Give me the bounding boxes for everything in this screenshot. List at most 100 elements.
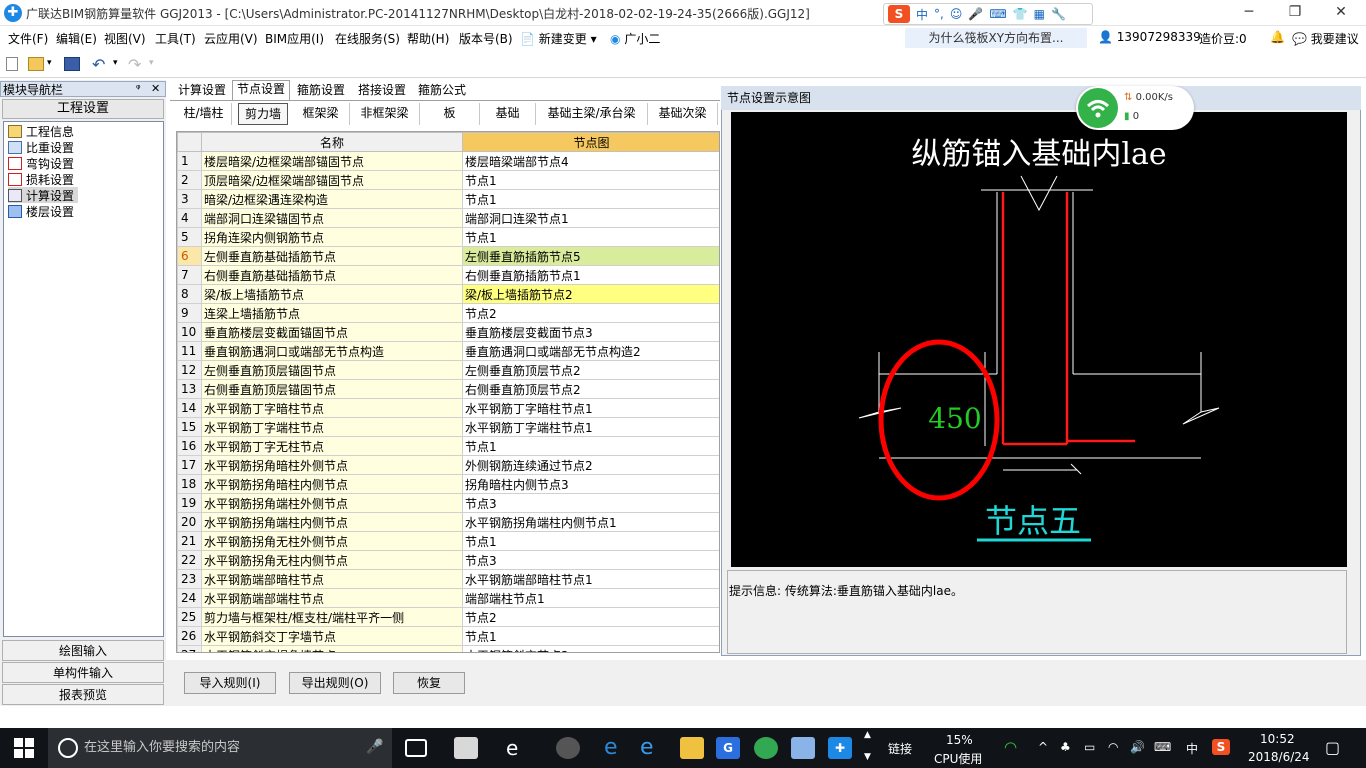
suggest-button[interactable]: 💬 我要建议: [1292, 30, 1359, 47]
save-icon[interactable]: [64, 57, 80, 71]
table-row[interactable]: 3 暗梁/边框梁遇连梁构造 节点1: [177, 189, 719, 209]
row-node[interactable]: 外侧钢筋连续通过节点2: [462, 455, 719, 475]
nav-single-input[interactable]: 单构件输入: [2, 662, 164, 683]
notification-icon[interactable]: ▢: [1325, 738, 1340, 757]
emoji-icon[interactable]: ☺: [950, 7, 963, 21]
clock-time[interactable]: 10:52: [1260, 732, 1295, 746]
close-button[interactable]: ✕: [1318, 0, 1364, 24]
user-account[interactable]: 👤 13907298339: [1098, 30, 1201, 44]
tree-item-floor[interactable]: 楼层设置: [8, 203, 74, 219]
table-row[interactable]: 26 水平钢筋斜交丁字墙节点 节点1: [177, 626, 719, 646]
menu-file[interactable]: 文件(F): [8, 30, 48, 47]
minimize-button[interactable]: ─: [1226, 0, 1272, 24]
link-label[interactable]: 链接: [888, 740, 912, 757]
tab-calc[interactable]: 计算设置: [174, 82, 230, 100]
pin-icon[interactable]: ᵠ: [136, 82, 141, 95]
table-row[interactable]: 9 连梁上墙插筋节点 节点2: [177, 303, 719, 323]
ime-punct-toggle[interactable]: °,: [934, 7, 944, 21]
new-file-icon[interactable]: [6, 57, 18, 71]
row-node[interactable]: 拐角暗柱内侧节点3: [462, 474, 719, 494]
import-rules-button[interactable]: 导入规则(I): [184, 672, 276, 694]
ad-banner[interactable]: 为什么筏板XY方向布置...: [905, 28, 1087, 48]
table-row[interactable]: 4 端部洞口连梁锚固节点 端部洞口连梁节点1: [177, 208, 719, 228]
table-row[interactable]: 6 左侧垂直筋基础插筋节点 左侧垂直筋插筋节点5: [177, 246, 719, 266]
menu-tools[interactable]: 工具(T): [155, 30, 196, 47]
row-node[interactable]: 节点1: [462, 436, 719, 456]
new-change-button[interactable]: 📄 新建变更 ▾: [520, 30, 597, 47]
table-row[interactable]: 13 右侧垂直筋顶层锚固节点 右侧垂直筋顶层节点2: [177, 379, 719, 399]
wrench-icon[interactable]: 🔧: [1051, 7, 1066, 21]
undo-icon[interactable]: ↶: [92, 55, 105, 74]
toolbox-icon[interactable]: ▦: [1034, 7, 1045, 21]
tab-stirrup-formula[interactable]: 箍筋公式: [414, 82, 470, 100]
row-node[interactable]: 右侧垂直筋顶层节点2: [462, 379, 719, 399]
col-header-name[interactable]: 名称: [201, 132, 463, 152]
sync-app-icon[interactable]: [556, 737, 580, 759]
windows-start-icon[interactable]: [14, 738, 34, 758]
edge-icon[interactable]: e: [604, 737, 628, 759]
menu-view[interactable]: 视图(V): [104, 30, 146, 47]
scroll-down-icon[interactable]: ▼: [864, 752, 871, 762]
tab-lap[interactable]: 搭接设置: [354, 82, 410, 100]
taskbar-search-input[interactable]: 在这里输入你要搜索的内容: [48, 728, 392, 768]
table-row[interactable]: 20 水平钢筋拐角端柱内侧节点 水平钢筋拐角端柱内侧节点1: [177, 512, 719, 532]
table-row[interactable]: 23 水平钢筋端部暗柱节点 水平钢筋端部暗柱节点1: [177, 569, 719, 589]
col-header-node[interactable]: 节点图: [462, 132, 719, 152]
table-row[interactable]: 1 楼层暗梁/边框梁端部锚固节点 楼层暗梁端部节点4: [177, 151, 719, 171]
row-node[interactable]: 楼层暗梁端部节点4: [462, 151, 719, 171]
row-node[interactable]: 节点1: [462, 531, 719, 551]
volume-icon[interactable]: 🔊: [1130, 740, 1145, 754]
microphone-icon[interactable]: 🎤: [366, 739, 383, 755]
glodon-gcl-icon[interactable]: ✚: [828, 737, 852, 759]
battery-icon[interactable]: ▭: [1084, 740, 1095, 754]
table-row[interactable]: 21 水平钢筋拐角无柱外侧节点 节点1: [177, 531, 719, 551]
row-node[interactable]: 垂直筋楼层变截面节点3: [462, 322, 719, 342]
tray-expand-icon[interactable]: ^: [1038, 740, 1048, 754]
subtab-nonframe-beam[interactable]: 非框架梁: [350, 103, 420, 125]
table-row[interactable]: 24 水平钢筋端部端柱节点 端部端柱节点1: [177, 588, 719, 608]
subtab-slab[interactable]: 板: [420, 103, 480, 125]
row-node[interactable]: 节点1: [462, 170, 719, 190]
tree-item-weight[interactable]: 比重设置: [8, 139, 74, 155]
subtab-foundation[interactable]: 基础: [480, 103, 536, 125]
fan-app-icon[interactable]: [454, 737, 478, 759]
open-dropdown-icon[interactable]: ▾: [47, 58, 52, 68]
table-row[interactable]: 15 水平钢筋丁字端柱节点 水平钢筋丁字端柱节点1: [177, 417, 719, 437]
menu-version[interactable]: 版本号(B): [459, 30, 513, 47]
row-node[interactable]: 水平钢筋端部暗柱节点1: [462, 569, 719, 589]
row-node[interactable]: 右侧垂直筋插筋节点1: [462, 265, 719, 285]
row-node[interactable]: 左侧垂直筋顶层节点2: [462, 360, 719, 380]
row-node[interactable]: 节点2: [462, 607, 719, 627]
table-row[interactable]: 18 水平钢筋拐角暗柱内侧节点 拐角暗柱内侧节点3: [177, 474, 719, 494]
subtab-frame-beam[interactable]: 框架梁: [292, 103, 350, 125]
row-node[interactable]: 垂直筋遇洞口或端部无节点构造2: [462, 341, 719, 361]
menu-online[interactable]: 在线服务(S): [335, 30, 400, 47]
panel-close-icon[interactable]: ✕: [151, 82, 160, 95]
tree-item-project-info[interactable]: 工程信息: [8, 123, 74, 139]
table-row[interactable]: 2 顶层暗梁/边框梁端部锚固节点 节点1: [177, 170, 719, 190]
menu-help[interactable]: 帮助(H): [407, 30, 449, 47]
row-node[interactable]: 端部洞口连梁节点1: [462, 208, 719, 228]
row-node[interactable]: 节点3: [462, 493, 719, 513]
assistant-button[interactable]: ◉ 广小二: [610, 30, 660, 47]
bell-icon[interactable]: 🔔: [1270, 30, 1285, 44]
keyboard-icon[interactable]: ⌨: [989, 7, 1006, 21]
row-node[interactable]: 梁/板上墙插筋节点2: [462, 284, 719, 304]
touch-keyboard-icon[interactable]: ⌨: [1154, 740, 1171, 754]
tree-item-loss[interactable]: 损耗设置: [8, 171, 74, 187]
task-view-icon[interactable]: [405, 739, 427, 757]
tree-item-hook[interactable]: 弯钩设置: [8, 155, 74, 171]
voice-icon[interactable]: 🎤: [968, 7, 983, 21]
open-folder-icon[interactable]: [28, 57, 44, 71]
table-row[interactable]: 11 垂直钢筋遇洞口或端部无节点构造 垂直筋遇洞口或端部无节点构造2: [177, 341, 719, 361]
tab-stirrup[interactable]: 箍筋设置: [293, 82, 349, 100]
table-row[interactable]: 16 水平钢筋丁字无柱节点 节点1: [177, 436, 719, 456]
window-app-icon[interactable]: [791, 737, 815, 759]
row-node[interactable]: 水平钢筋拐角端柱内侧节点1: [462, 512, 719, 532]
ie-edge-icon[interactable]: e: [506, 737, 530, 759]
table-row[interactable]: 17 水平钢筋拐角暗柱外侧节点 外侧钢筋连续通过节点2: [177, 455, 719, 475]
sogou-tray-icon[interactable]: S: [1212, 739, 1230, 755]
row-node[interactable]: 端部端柱节点1: [462, 588, 719, 608]
row-node[interactable]: 水平钢筋丁字暗柱节点1: [462, 398, 719, 418]
glodon-g-icon[interactable]: G: [716, 737, 740, 759]
